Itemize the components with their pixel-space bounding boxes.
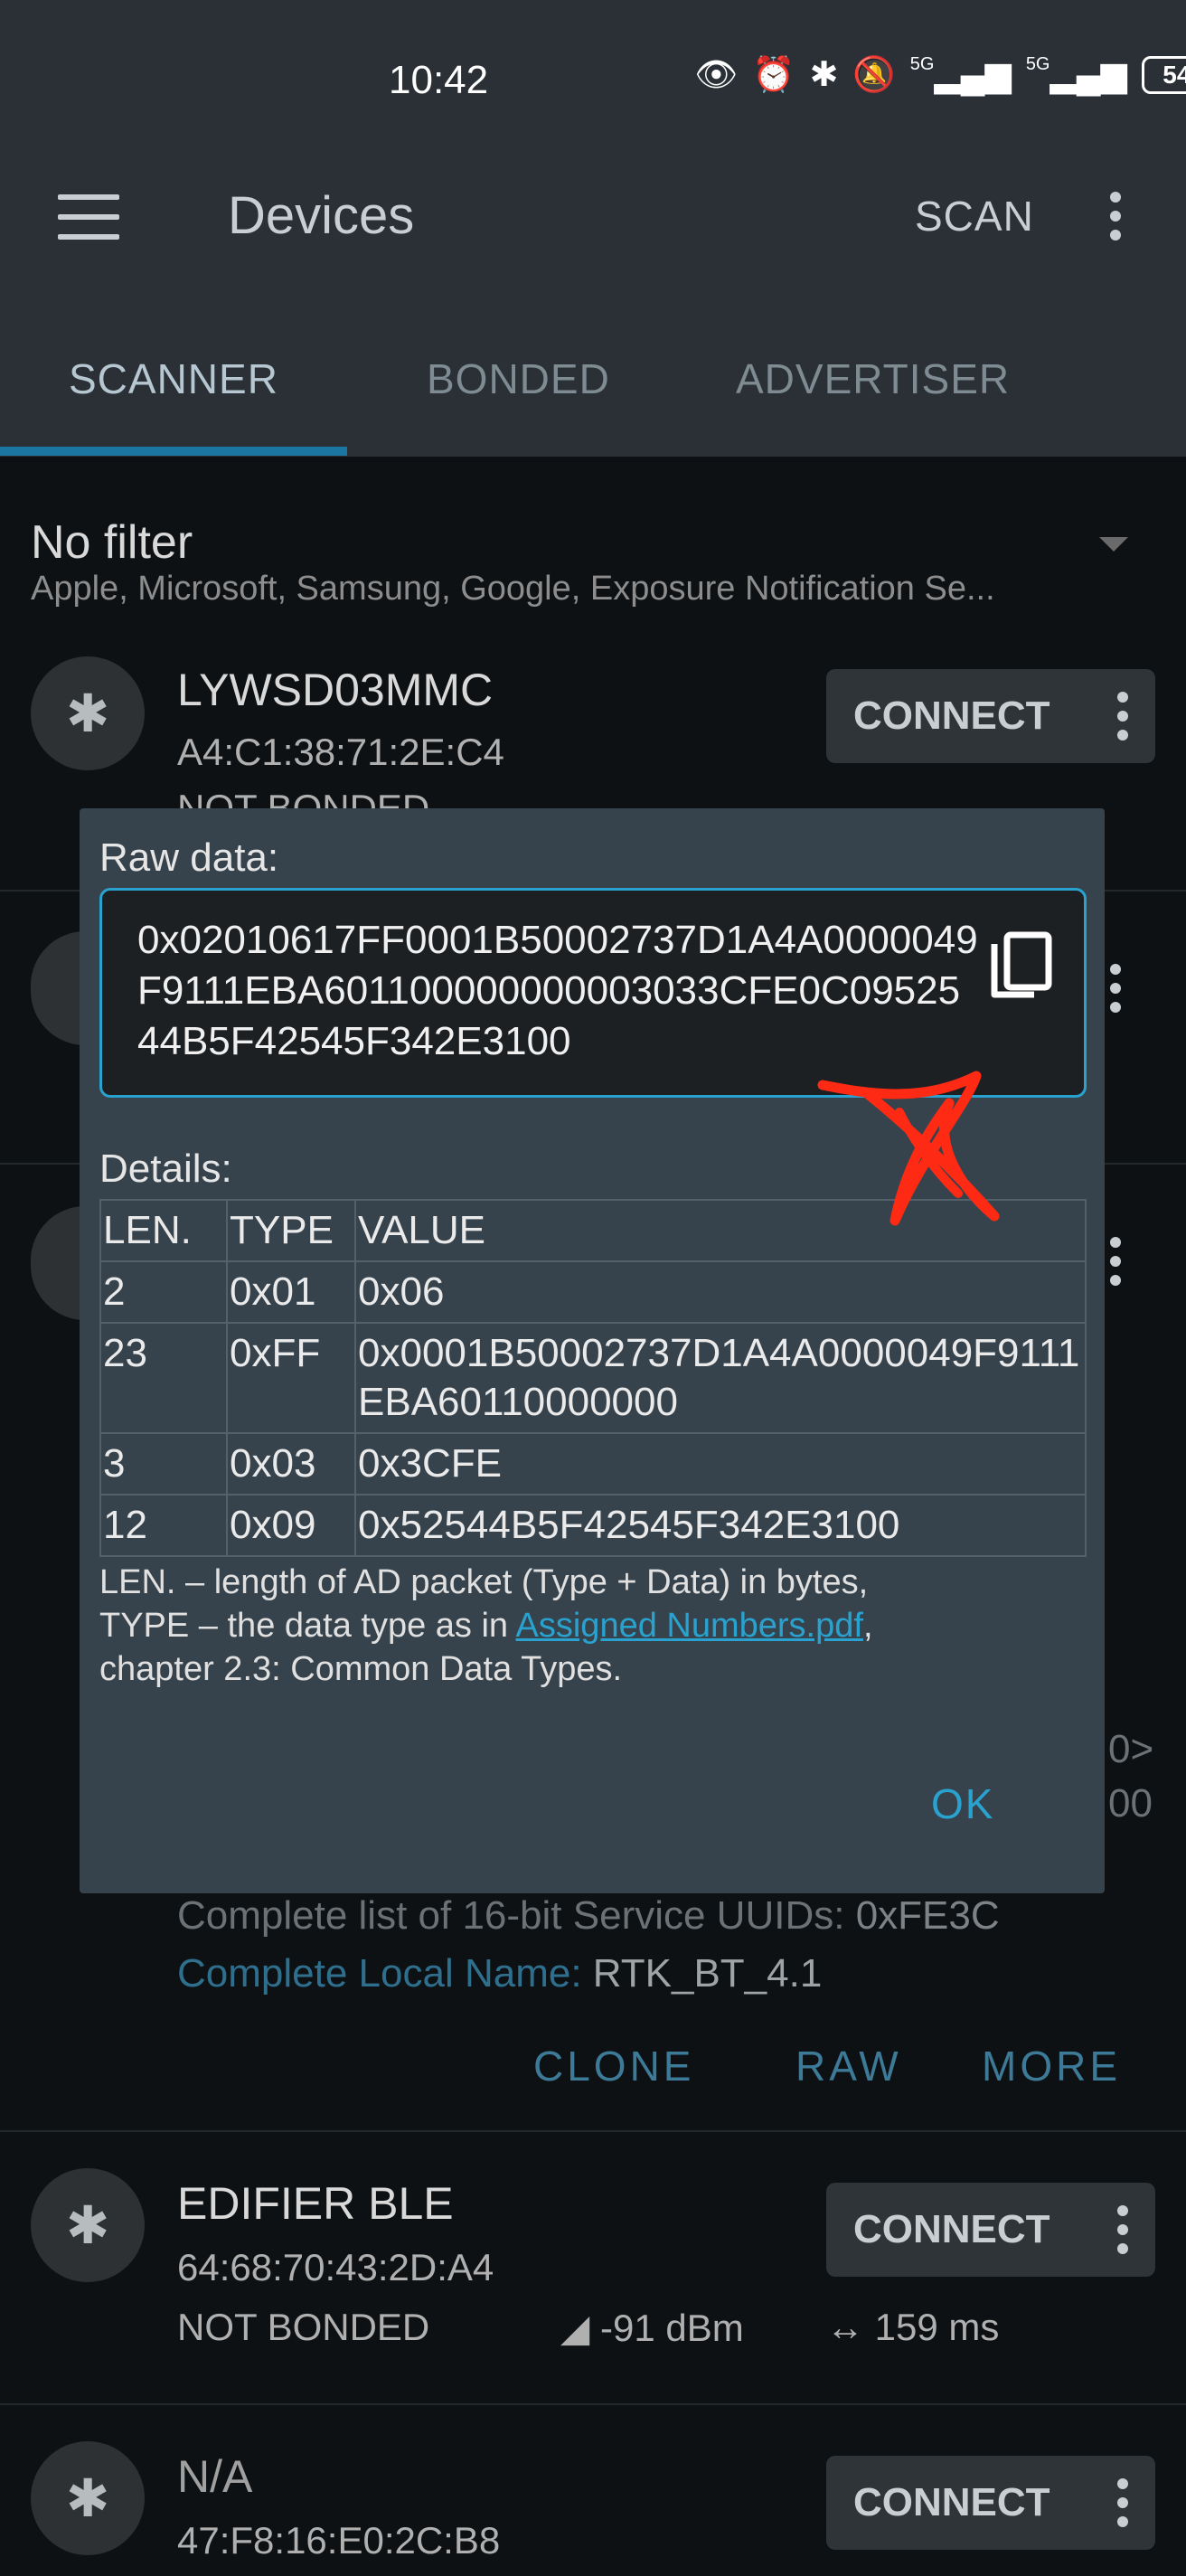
connect-button[interactable]: CONNECT: [826, 2456, 1155, 2550]
service-uuids-value: 0xFE3C: [855, 1893, 1000, 1938]
scan-button[interactable]: SCAN: [915, 192, 1034, 241]
assigned-numbers-link[interactable]: Assigned Numbers.pdf: [516, 1607, 863, 1645]
tab-indicator: [0, 447, 347, 456]
cell-value: 0x3CFE: [354, 1432, 1087, 1496]
battery-icon: 54: [1141, 55, 1186, 94]
service-uuids: Complete list of 16-bit Service UUIDs: 0…: [177, 1893, 1000, 1939]
status-time: 10:42: [389, 58, 489, 102]
cell-value: 0x0001B50002737D1A4A0000049F9111EBA60110…: [354, 1322, 1087, 1434]
divider: [0, 2403, 1186, 2405]
local-name-value: RTK_BT_4.1: [592, 1951, 823, 1996]
filter-title[interactable]: No filter: [31, 515, 193, 570]
tab-bonded[interactable]: BONDED: [427, 354, 610, 403]
clone-button[interactable]: CLONE: [533, 2042, 694, 2090]
connect-label: CONNECT: [853, 2207, 1050, 2251]
status-icons: 👁 ⏰ ✱ 🔕 5G▂▄▆ 5G▂▄▆ 54: [694, 54, 1186, 95]
signal-strength-icon: ◢: [560, 2307, 590, 2349]
device-menu-icon[interactable]: [1117, 2205, 1128, 2254]
device-name: LYWSD03MMC: [177, 665, 494, 715]
connect-label: CONNECT: [853, 2480, 1050, 2524]
connect-button[interactable]: CONNECT: [826, 669, 1155, 763]
cell-len: 12: [99, 1494, 228, 1557]
connect-button[interactable]: CONNECT: [826, 2183, 1155, 2277]
filter-subtitle: Apple, Microsoft, Samsung, Google, Expos…: [31, 570, 995, 608]
ok-button[interactable]: OK: [931, 1779, 994, 1828]
device-bond-status: NOT BONDED: [177, 2306, 430, 2348]
app-bar: [0, 163, 1186, 326]
table-row: 23 0xFF 0x0001B50002737D1A4A0000049F9111…: [99, 1322, 1087, 1434]
bluetooth-icon: ✱: [31, 2441, 145, 2555]
overflow-menu-icon[interactable]: [1110, 192, 1121, 241]
cell-value: 0x06: [354, 1260, 1087, 1324]
cell-type: 0x03: [226, 1432, 356, 1496]
tab-advertiser[interactable]: ADVERTISER: [736, 354, 1010, 403]
service-uuids-label: Complete list of 16-bit Service UUIDs:: [177, 1893, 845, 1938]
device-menu-icon[interactable]: [1117, 692, 1128, 741]
mute-bell-icon: 🔕: [852, 55, 896, 94]
details-table: LEN. TYPE VALUE 2 0x01 0x06 23 0xFF 0x00…: [99, 1199, 1087, 1557]
dropdown-icon[interactable]: [1099, 537, 1128, 552]
device-menu-icon[interactable]: [1110, 1237, 1121, 1286]
tab-scanner[interactable]: SCANNER: [69, 354, 278, 403]
partial-text: 0>: [1108, 1727, 1154, 1771]
device-menu-icon[interactable]: [1110, 964, 1121, 1013]
col-len: LEN.: [99, 1199, 228, 1262]
legend-line: chapter 2.3: Common Data Types.: [99, 1650, 623, 1688]
page-title: Devices: [228, 186, 415, 245]
signal-icon: 5G▂▄▆: [1025, 54, 1127, 94]
details-label: Details:: [99, 1146, 232, 1191]
menu-icon[interactable]: [58, 194, 119, 240]
raw-button[interactable]: RAW: [795, 2042, 902, 2090]
scribble-annotation: [817, 1071, 1000, 1226]
rssi-value: -91 dBm: [599, 2307, 744, 2349]
bluetooth-icon: ✱: [31, 656, 145, 770]
legend-text: TYPE – the data type as in: [99, 1607, 516, 1645]
table-row: 12 0x09 0x52544B5F42545F342E3100: [99, 1494, 1087, 1557]
divider: [0, 2130, 1186, 2132]
legend-line: LEN. – length of AD packet (Type + Data)…: [99, 1563, 869, 1601]
eye-icon: 👁: [694, 55, 739, 94]
partial-text: 00: [1108, 1781, 1153, 1826]
cell-len: 2: [99, 1260, 228, 1324]
interval-arrows-icon: ↔: [826, 2306, 864, 2348]
local-name: Complete Local Name: RTK_BT_4.1: [177, 1951, 822, 1996]
alarm-icon: ⏰: [752, 55, 795, 94]
device-interval: ↔ 159 ms: [826, 2306, 999, 2349]
details-legend: LEN. – length of AD packet (Type + Data)…: [99, 1561, 1094, 1691]
signal-icon: 5G▂▄▆: [909, 54, 1012, 94]
device-name: EDIFIER BLE: [177, 2178, 454, 2229]
bluetooth-icon: ✱: [809, 56, 839, 94]
legend-line: TYPE – the data type as in Assigned Numb…: [99, 1604, 1094, 1647]
interval-value: 159 ms: [874, 2306, 1000, 2348]
raw-data-label: Raw data:: [99, 835, 279, 880]
device-address: 64:68:70:43:2D:A4: [177, 2246, 494, 2288]
raw-data-value[interactable]: 0x02010617FF0001B50002737D1A4A0000049F91…: [137, 915, 978, 1067]
cell-value: 0x52544B5F42545F342E3100: [354, 1494, 1087, 1557]
more-button[interactable]: MORE: [982, 2042, 1121, 2090]
device-menu-icon[interactable]: [1117, 2478, 1128, 2527]
device-bond-status: NOT BONDED: [177, 790, 466, 808]
cell-type: 0x01: [226, 1260, 356, 1324]
device-address: 47:F8:16:E0:2C:B8: [177, 2519, 501, 2562]
cell-len: 23: [99, 1322, 228, 1434]
device-address: A4:C1:38:71:2E:C4: [177, 731, 504, 773]
device-name: N/A: [177, 2451, 253, 2502]
cell-type: 0x09: [226, 1494, 356, 1557]
bluetooth-icon: ✱: [31, 2168, 145, 2282]
table-row: 2 0x01 0x06: [99, 1260, 1087, 1324]
device-rssi: ◢ -91 dBm: [560, 2306, 744, 2350]
cell-type: 0xFF: [226, 1322, 356, 1434]
table-row: 3 0x03 0x3CFE: [99, 1432, 1087, 1496]
copy-icon[interactable]: [989, 931, 1054, 1004]
col-type: TYPE: [226, 1199, 356, 1262]
local-name-label: Complete Local Name:: [177, 1951, 582, 1996]
cell-len: 3: [99, 1432, 228, 1496]
legend-text: ,: [862, 1607, 873, 1645]
connect-label: CONNECT: [853, 694, 1050, 738]
